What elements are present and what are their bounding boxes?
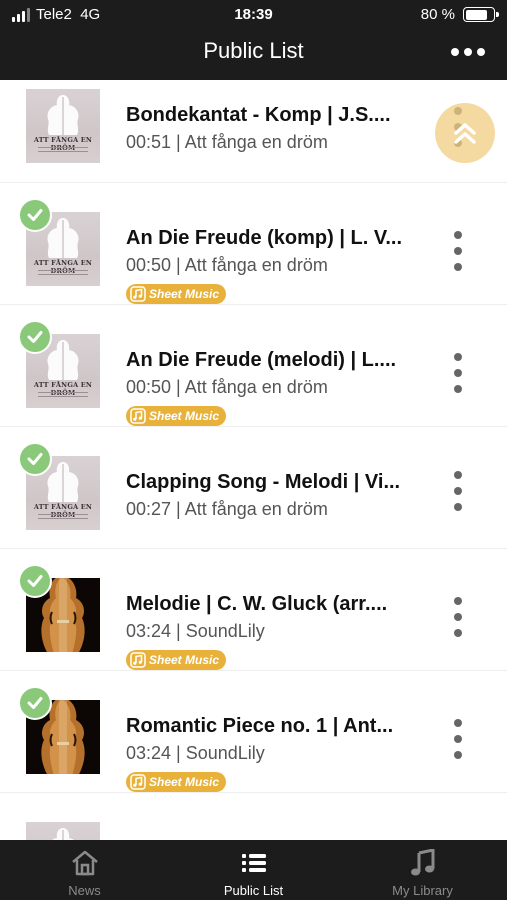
sheet-music-icon [130, 286, 146, 302]
track-title: An Die Freude (komp) | L. V... [126, 227, 403, 249]
sheet-music-icon [130, 774, 146, 790]
sheet-music-badge: Sheet Music [126, 650, 227, 670]
track-meta: 00:51 | Att fånga en dröm [126, 132, 328, 152]
sheet-music-label: Sheet Music [149, 653, 220, 667]
track-options-button[interactable] [447, 597, 469, 637]
scroll-to-top-button[interactable] [435, 103, 495, 163]
track-meta: 03:24 | SoundLily [126, 743, 265, 763]
sheet-music-label: Sheet Music [149, 287, 220, 301]
track-title: Clapping Song - Melodi | Vi... [126, 471, 401, 493]
sheet-music-label: Sheet Music [149, 775, 220, 789]
track-duration: 03:24 [126, 621, 172, 641]
top-bar: Tele2 4G 18:39 80 % Public List [0, 0, 507, 80]
sheet-music-icon [130, 652, 146, 668]
sheet-music-badge: Sheet Music [126, 284, 227, 304]
tab-news[interactable]: News [0, 840, 169, 900]
track-duration: 00:51 [126, 132, 172, 152]
track-album: SoundLily [185, 743, 265, 763]
battery-icon [463, 7, 499, 22]
music-note-icon [411, 849, 435, 876]
page-title: Public List [203, 38, 304, 63]
track-row[interactable]: ATT FÅNGA EN DRÖM An Die Freude (melodi)… [0, 305, 507, 427]
more-options-button[interactable] [451, 44, 485, 60]
track-row[interactable]: ATT FÅNGA EN DRÖM [0, 793, 507, 840]
sheet-music-icon [130, 408, 146, 424]
track-album: Att fånga en dröm [184, 377, 328, 397]
track-title: Romantic Piece no. 1 | Ant... [126, 715, 394, 737]
track-options-button[interactable] [447, 471, 469, 511]
status-bar: Tele2 4G 18:39 80 % [0, 6, 507, 24]
list-icon [242, 854, 266, 872]
tab-public-list[interactable]: Public List [169, 840, 338, 900]
sheet-music-badge: Sheet Music [126, 772, 227, 792]
track-artwork: ATT FÅNGA EN DRÖM [26, 822, 100, 840]
tab-bar: News Public List My Library [0, 840, 507, 900]
track-row[interactable]: ATT FÅNGA EN DRÖM An Die Freude (komp) |… [0, 183, 507, 305]
tab-news-label: News [68, 883, 101, 898]
track-title: Bondekantat - Komp | J.S.... [126, 104, 391, 126]
track-row[interactable]: Romantic Piece no. 1 | Ant... 03:24 | Sou… [0, 671, 507, 793]
track-title: An Die Freude (melodi) | L.... [126, 349, 397, 371]
track-meta: 00:50 | Att fånga en dröm [126, 377, 328, 397]
track-list: ATT FÅNGA EN DRÖM Bondekantat - Komp | J… [0, 80, 507, 840]
downloaded-check-icon [18, 198, 52, 232]
track-options-button[interactable] [447, 353, 469, 393]
track-duration: 03:24 [126, 743, 172, 763]
downloaded-check-icon [18, 442, 52, 476]
track-duration: 00:50 [126, 377, 172, 397]
track-duration: 00:27 [126, 499, 172, 519]
track-album: Att fånga en dröm [184, 499, 328, 519]
track-meta: 03:24 | SoundLily [126, 621, 265, 641]
tab-my-library[interactable]: My Library [338, 840, 507, 900]
track-options-button[interactable] [447, 231, 469, 271]
sheet-music-label: Sheet Music [149, 409, 220, 423]
downloaded-check-icon [18, 564, 52, 598]
track-title: Melodie | C. W. Gluck (arr.... [126, 593, 388, 615]
track-duration: 00:50 [126, 255, 172, 275]
tab-my-library-label: My Library [392, 883, 453, 898]
tab-public-list-label: Public List [223, 883, 284, 898]
track-meta: 00:27 | Att fånga en dröm [126, 499, 328, 519]
track-meta: 00:50 | Att fånga en dröm [126, 255, 328, 275]
sheet-music-badge: Sheet Music [126, 406, 227, 426]
home-icon [72, 850, 98, 876]
double-chevron-up-icon [454, 123, 476, 144]
track-album: Att fånga en dröm [184, 132, 328, 152]
track-row[interactable]: ATT FÅNGA EN DRÖM Clapping Song - Melodi… [0, 427, 507, 549]
downloaded-check-icon [18, 686, 52, 720]
track-artwork: ATT FÅNGA EN DRÖM [26, 89, 100, 163]
downloaded-check-icon [18, 320, 52, 354]
track-row[interactable]: ATT FÅNGA EN DRÖM Bondekantat - Komp | J… [0, 80, 507, 183]
track-album: SoundLily [185, 621, 265, 641]
track-options-button[interactable] [447, 719, 469, 759]
battery-percent: 80 % [420, 6, 455, 23]
track-row[interactable]: Melodie | C. W. Gluck (arr.... 03:24 | So… [0, 549, 507, 671]
track-album: Att fånga en dröm [184, 255, 328, 275]
